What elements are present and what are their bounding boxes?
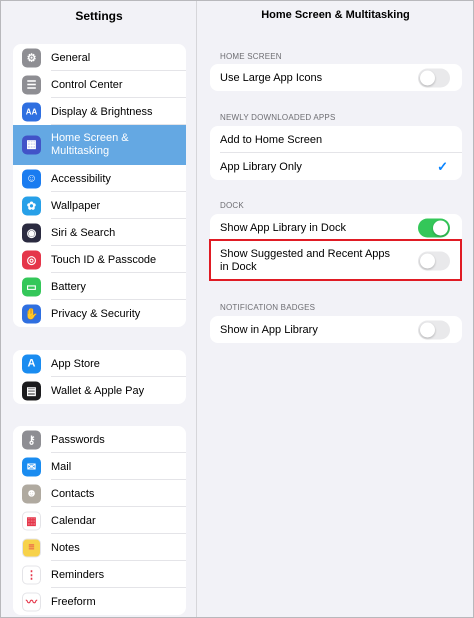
row-label: App Library Only [220, 160, 302, 173]
sidebar-item-wallet-apple-pay[interactable]: ▤ Wallet & Apple Pay [13, 377, 186, 404]
sidebar-item-label: Privacy & Security [51, 307, 141, 320]
sidebar-item-home-screen-multitasking[interactable]: ▦ Home Screen & Multitasking [13, 125, 186, 165]
sidebar-item-passwords[interactable]: ⚷ Passwords [13, 426, 186, 453]
row-label: Show Suggested and Recent Apps in Dock [220, 248, 391, 273]
sidebar-item-label: Siri & Search [51, 226, 116, 239]
accessibility-icon: ☺ [22, 169, 41, 188]
sidebar-item-label: Mail [51, 460, 72, 473]
sidebar-item-siri-search[interactable]: ◉ Siri & Search [13, 219, 186, 246]
sidebar-item-display-brightness[interactable]: AA Display & Brightness [13, 98, 186, 125]
wallpaper-icon: ✿ [22, 196, 41, 215]
siri-icon: ◉ [22, 223, 41, 242]
checkmark-icon: ✓ [437, 158, 448, 174]
notification-badges-card: Show in App Library [210, 316, 462, 343]
freeform-icon: 〰 [22, 592, 41, 611]
sidebar-group: A App Store ▤ Wallet & Apple Pay [13, 350, 186, 404]
sidebar-group: ⚙ General ☰ Control Center AA Display & Brigh… [13, 44, 186, 327]
app-library-only-row[interactable]: App Library Only ✓ [210, 153, 462, 180]
sidebar-item-label: Wallet & Apple Pay [51, 384, 145, 397]
row-label: Use Large App Icons [220, 71, 323, 84]
sidebar-item-label: Contacts [51, 487, 95, 500]
sidebar-item-label: Accessibility [51, 172, 111, 185]
sidebar-item-label: Reminders [51, 568, 105, 581]
show-app-library-in-dock-toggle[interactable] [418, 218, 450, 237]
section-label-dock: DOCK [220, 201, 244, 210]
reminders-icon: ⋮ [22, 565, 41, 584]
section-label-home-screen: HOME SCREEN [220, 52, 282, 61]
sidebar-item-contacts[interactable]: ☻ Contacts [13, 480, 186, 507]
contacts-icon: ☻ [22, 484, 41, 503]
sidebar-item-label: Touch ID & Passcode [51, 253, 157, 266]
row-label: Show in App Library [220, 323, 318, 336]
sidebar-item-label: General [51, 51, 91, 64]
page-title: Home Screen & Multitasking [261, 9, 410, 21]
sidebar-item-control-center[interactable]: ☰ Control Center [13, 71, 186, 98]
show-in-app-library-row[interactable]: Show in App Library [210, 316, 462, 343]
notes-icon: ≡ [22, 538, 41, 557]
show-app-library-in-dock-row[interactable]: Show App Library in Dock [210, 214, 462, 241]
main-pane: Home Screen & Multitasking HOME SCREEN U… [198, 1, 473, 617]
row-label: Add to Home Screen [220, 133, 323, 146]
control-center-icon: ☰ [22, 75, 41, 94]
home-screen-icon: ▦ [22, 135, 41, 155]
use-large-app-icons-row[interactable]: Use Large App Icons [210, 64, 462, 91]
sidebar-item-label: Freeform [51, 595, 96, 608]
sidebar-item-accessibility[interactable]: ☺ Accessibility [13, 165, 186, 192]
dock-card: Show App Library in Dock Show Suggested … [210, 214, 462, 281]
sidebar-item-touch-id-passcode[interactable]: ◎ Touch ID & Passcode [13, 246, 186, 273]
section-label-newly-downloaded: NEWLY DOWNLOADED APPS [220, 113, 336, 122]
display-brightness-icon: AA [22, 102, 41, 121]
toggle-knob [433, 220, 448, 235]
sidebar-item-battery[interactable]: ▭ Battery [13, 273, 186, 300]
sidebar-item-label: Home Screen & Multitasking [51, 132, 129, 157]
sidebar-group: ⚷ Passwords ✉ Mail ☻ Contacts ▦ Calendar ≡ Notes ⋮… [13, 426, 186, 615]
sidebar-item-reminders[interactable]: ⋮ Reminders [13, 561, 186, 588]
section-label-notification-badges: NOTIFICATION BADGES [220, 303, 316, 312]
sidebar-item-app-store[interactable]: A App Store [13, 350, 186, 377]
key-icon: ⚷ [22, 430, 41, 449]
sidebar-item-notes[interactable]: ≡ Notes [13, 534, 186, 561]
sidebar-item-mail[interactable]: ✉ Mail [13, 453, 186, 480]
use-large-app-icons-toggle[interactable] [418, 68, 450, 87]
sidebar-item-privacy-security[interactable]: ✋ Privacy & Security [13, 300, 186, 327]
fingerprint-icon: ◎ [22, 250, 41, 269]
toggle-knob [420, 253, 435, 269]
sidebar-item-label: Wallpaper [51, 199, 101, 212]
settings-sidebar: Settings ⚙ General ☰ Control Center AA Displa… [1, 1, 197, 617]
sidebar-item-general[interactable]: ⚙ General [13, 44, 186, 71]
sidebar-title: Settings [75, 9, 123, 23]
sidebar-item-label: Display & Brightness [51, 105, 153, 118]
toggle-knob [420, 70, 435, 85]
show-in-app-library-toggle[interactable] [418, 320, 450, 339]
app-store-icon: A [22, 354, 41, 373]
sidebar-item-freeform[interactable]: 〰 Freeform [13, 588, 186, 615]
home-screen-card: Use Large App Icons [210, 64, 462, 91]
show-suggested-recent-apps-toggle[interactable] [418, 251, 450, 271]
battery-icon: ▭ [22, 277, 41, 296]
newly-downloaded-card: Add to Home Screen App Library Only ✓ [210, 126, 462, 180]
privacy-hand-icon: ✋ [22, 304, 41, 323]
row-label: Show App Library in Dock [220, 221, 346, 234]
sidebar-item-label: Control Center [51, 78, 123, 91]
calendar-icon: ▦ [22, 511, 41, 530]
add-to-home-screen-row[interactable]: Add to Home Screen [210, 126, 462, 153]
sidebar-item-label: Passwords [51, 433, 105, 446]
sidebar-item-calendar[interactable]: ▦ Calendar [13, 507, 186, 534]
sidebar-item-wallpaper[interactable]: ✿ Wallpaper [13, 192, 186, 219]
wallet-icon: ▤ [22, 381, 41, 400]
show-suggested-recent-apps-row[interactable]: Show Suggested and Recent Apps in Dock [210, 241, 462, 281]
sidebar-item-label: Calendar [51, 514, 96, 527]
toggle-knob [420, 322, 435, 337]
gear-icon: ⚙ [22, 48, 41, 67]
sidebar-item-label: App Store [51, 357, 100, 370]
mail-icon: ✉ [22, 457, 41, 476]
sidebar-item-label: Battery [51, 280, 86, 293]
sidebar-item-label: Notes [51, 541, 80, 554]
